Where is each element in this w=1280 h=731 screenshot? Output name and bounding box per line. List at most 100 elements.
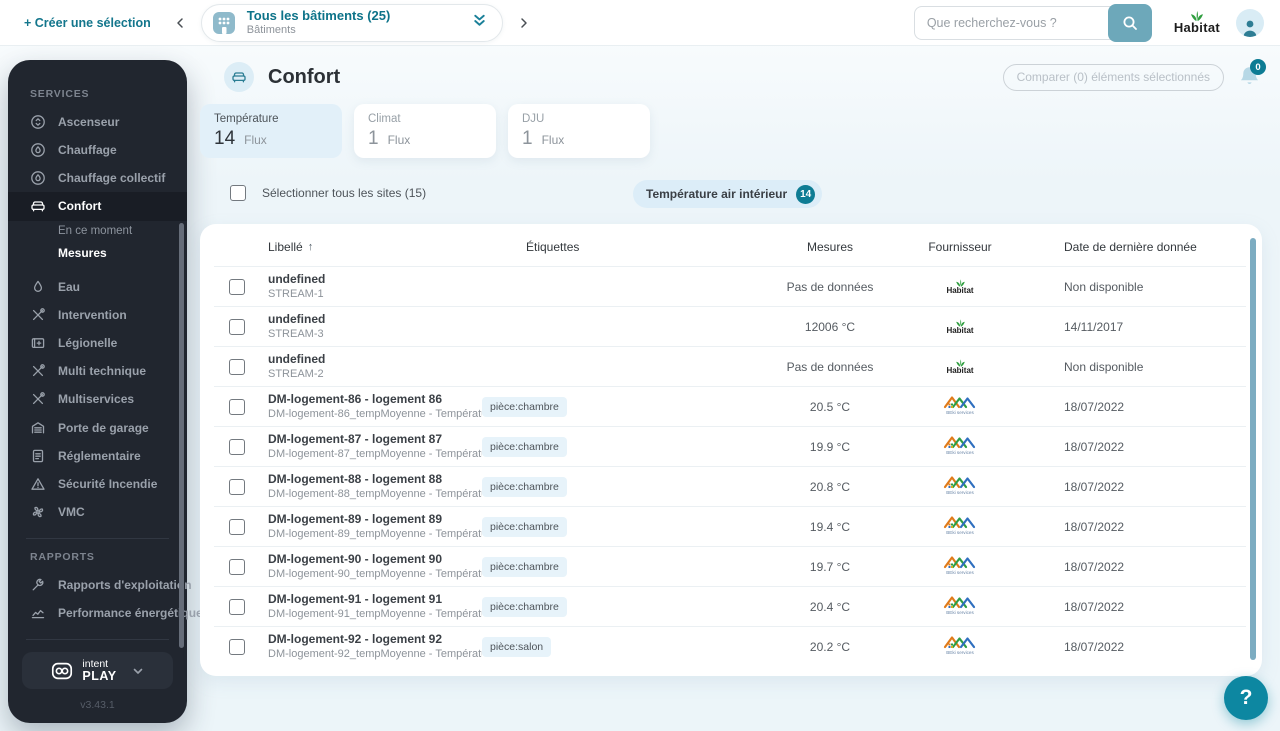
tab-climat[interactable]: Climat 1 Flux [354, 104, 496, 158]
row-sublabel: STREAM-2 [268, 368, 324, 381]
sidebar-item-confort[interactable]: Confort [8, 192, 187, 221]
table-row[interactable]: DM-logement-91 - logement 91 DM-logement… [214, 586, 1246, 626]
sidebar-subitem-en-ce-moment[interactable]: En ce moment [8, 221, 187, 242]
wrench-icon [32, 578, 44, 591]
table-row[interactable]: DM-logement-87 - logement 87 DM-logement… [214, 426, 1246, 466]
row-measure: 12006 °C [804, 319, 856, 334]
table-row[interactable]: DM-logement-90 - logement 90 DM-logement… [214, 546, 1246, 586]
row-label: DM-logement-88 - logement 88 [268, 471, 443, 486]
sidebar-item-eau[interactable]: Eau [8, 273, 187, 301]
sidebar-item-legionelle[interactable]: Légionelle [8, 329, 187, 357]
search-button[interactable] [1107, 3, 1152, 42]
row-label: undefined [268, 311, 326, 326]
sidebar-item-label: Ascenseur [58, 115, 120, 130]
sidebar-item-rapports-exploitation[interactable]: Rapports d'exploitation [8, 571, 192, 599]
select-all-label: Sélectionner tous les sites (15) [262, 186, 427, 200]
column-header-etiquettes[interactable]: Étiquettes [482, 240, 760, 254]
column-header-libelle[interactable]: Libellé ↑ [260, 240, 482, 254]
sidebar-item-label: Sécurité Incendie [58, 476, 158, 491]
sidebar-item-porte-de-garage[interactable]: Porte de garage [8, 414, 187, 442]
column-header-mesures[interactable]: Mesures [760, 240, 900, 254]
column-header-fournisseur[interactable]: Fournisseur [900, 240, 1020, 254]
divider [26, 538, 169, 539]
sidebar-item-vmc[interactable]: VMC [8, 498, 187, 526]
sidebar-item-multiservices[interactable]: Multiservices [8, 385, 187, 413]
selector-prev-icon[interactable] [169, 12, 191, 34]
flux-cards: Température 14 Flux Climat 1 Flux DJU 1 Flu… [200, 104, 1262, 158]
sidebar-item-label: Porte de garage [58, 420, 149, 435]
sidebar-subitem-mesures[interactable]: Mesures [8, 242, 187, 265]
row-tag: pièce:chambre [482, 476, 567, 497]
svg-text:BEki services: BEki services [946, 410, 974, 415]
select-all-checkbox[interactable] [230, 185, 246, 201]
select-all-sites[interactable]: Sélectionner tous les sites (15) [230, 185, 426, 201]
row-checkbox[interactable] [229, 478, 245, 495]
search-input[interactable] [913, 5, 1112, 40]
selector-subtitle: Bâtiments [246, 23, 296, 36]
row-checkbox[interactable] [229, 438, 245, 455]
table-row[interactable]: DM-logement-89 - logement 89 DM-logement… [214, 506, 1246, 546]
table-row[interactable]: DM-logement-88 - logement 88 DM-logement… [214, 466, 1246, 506]
sidebar-item-ascenseur[interactable]: Ascenseur [8, 108, 187, 136]
help-button[interactable]: ? [1224, 676, 1268, 720]
page-title: Confort [268, 65, 341, 88]
flux-card-unit: Flux [387, 133, 411, 147]
selector-next-icon[interactable] [513, 12, 535, 34]
main-content: Confort Comparer (0) éléments sélectionn… [200, 46, 1280, 731]
table-row[interactable]: DM-logement-92 - logement 92 DM-logement… [214, 626, 1246, 666]
row-checkbox[interactable] [229, 638, 245, 655]
sidebar-item-securite-incendie[interactable]: Sécurité Incendie [8, 470, 187, 498]
search-icon [1123, 16, 1137, 30]
row-checkbox[interactable] [229, 358, 245, 375]
table-row[interactable]: undefined STREAM-3 12006 °C Habitat 14/1… [214, 306, 1246, 346]
sidebar-item-multi-technique[interactable]: Multi technique [8, 357, 187, 385]
row-checkbox[interactable] [229, 398, 245, 415]
flux-card-unit: Flux [244, 133, 267, 147]
compare-button[interactable]: Comparer (0) éléments sélectionnés [1002, 63, 1224, 91]
table-row[interactable]: undefined STREAM-2 Pas de données Habita… [214, 346, 1246, 386]
sidebar-item-label: Multi technique [58, 364, 146, 379]
table-row[interactable]: undefined STREAM-1 Pas de données Habita… [214, 266, 1246, 306]
row-label: DM-logement-89 - logement 89 [268, 511, 443, 526]
row-checkbox[interactable] [229, 318, 245, 335]
row-measure: 20.4 °C [809, 599, 851, 614]
row-date: 18/07/2022 [1064, 639, 1125, 654]
filter-chip-count-badge: 14 [796, 184, 816, 204]
table-body: undefined STREAM-1 Pas de données Habita… [214, 266, 1246, 666]
row-measure: 20.5 °C [809, 399, 851, 414]
sidebar-scrollbar[interactable] [179, 223, 184, 648]
tab-temperature[interactable]: Température 14 Flux [200, 104, 342, 158]
notifications-bell[interactable]: 0 [1238, 59, 1266, 90]
filter-chip-temperature-air-interieur[interactable]: Température air intérieur 14 [633, 180, 823, 208]
sidebar-item-performance-energetique[interactable]: Performance énergétique [8, 599, 203, 627]
sidebar-item-chauffage-collectif[interactable]: Chauffage collectif [8, 164, 187, 192]
row-label: DM-logement-90 - logement 90 [268, 551, 443, 566]
column-header-date[interactable]: Date de dernière donnée [1020, 240, 1246, 254]
sidebar-item-label: Chauffage collectif [58, 171, 166, 186]
intent-play-button[interactable]: intent PLAY [22, 652, 173, 690]
row-measure: 20.8 °C [809, 479, 851, 494]
tab-dju[interactable]: DJU 1 Flux [508, 104, 650, 158]
topbar: + Créer une sélection Tous les bâtiments… [0, 0, 1280, 46]
sidebar-item-label: Réglementaire [58, 448, 141, 463]
create-selection-button[interactable]: + Créer une sélection [24, 16, 151, 30]
svg-text:BEki services: BEki services [946, 490, 974, 495]
row-sublabel: DM-logement-87_tempMoyenne - Température… [268, 448, 482, 461]
building-selector[interactable]: Tous les bâtiments (25) Bâtiments [200, 3, 503, 42]
row-tag: pièce:chambre [482, 516, 567, 537]
table-row[interactable]: DM-logement-86 - logement 86 DM-logement… [214, 386, 1246, 426]
row-checkbox[interactable] [229, 598, 245, 615]
sidebar-item-label: Chauffage [58, 143, 117, 158]
table-header-row: Libellé ↑ Étiquettes Mesures Fournisseur … [214, 228, 1246, 266]
sidebar-item-reglementaire[interactable]: Réglementaire [8, 442, 187, 470]
row-checkbox[interactable] [229, 278, 245, 295]
user-avatar[interactable] [1236, 8, 1264, 37]
flame-icon [31, 143, 45, 158]
sidebar-item-chauffage[interactable]: Chauffage [8, 136, 187, 164]
sidebar-item-intervention[interactable]: Intervention [8, 301, 187, 329]
double-chevron-down-icon[interactable] [471, 12, 488, 34]
row-checkbox[interactable] [229, 558, 245, 575]
table-scrollbar[interactable] [1250, 238, 1256, 660]
row-checkbox[interactable] [229, 518, 245, 535]
row-sublabel: DM-logement-92_tempMoyenne - Température… [268, 648, 482, 661]
